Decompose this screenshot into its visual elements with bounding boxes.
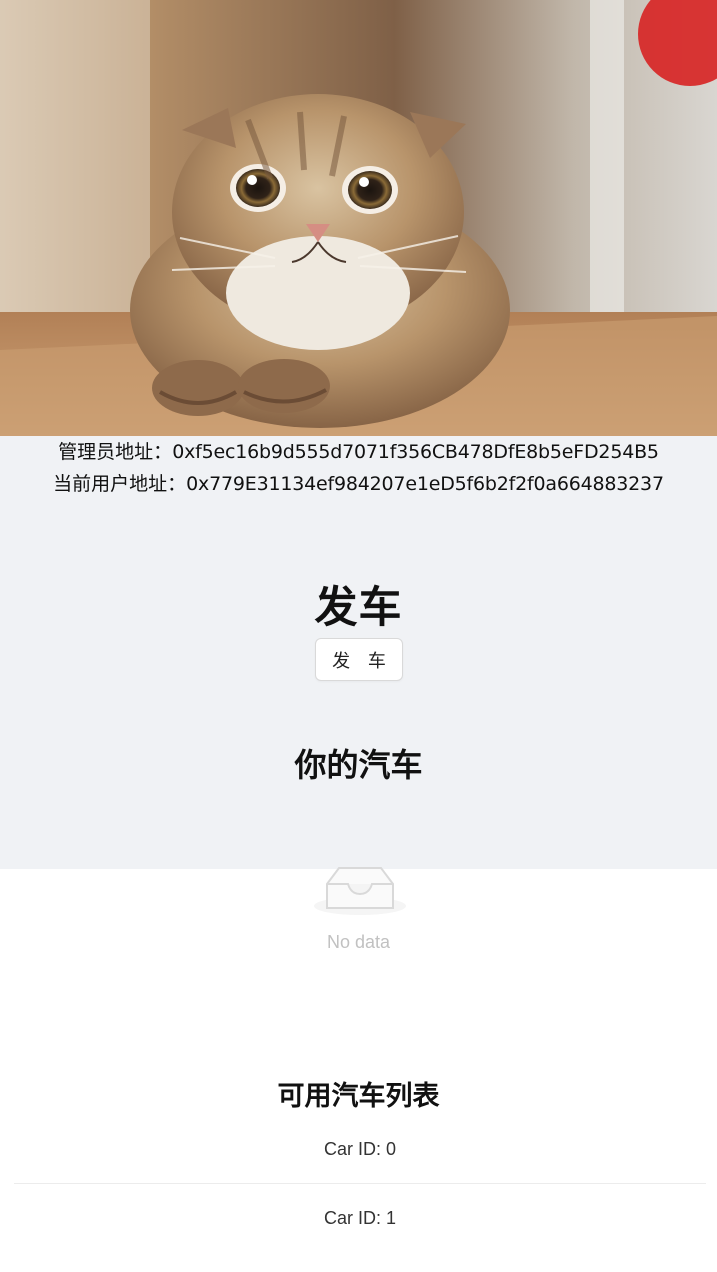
user-address-label: 当前用户地址： [53,473,187,495]
available-cars-title: 可用汽车列表 [277,1081,440,1113]
car-id-label: Car ID: 1 [323,1207,397,1228]
launch-button[interactable]: 发 车 [315,638,403,681]
dapp-page: 管理员地址：0xf5ec16b9d555d7071f356CB478DfE8b5… [0,0,717,1272]
cat-photo [0,0,717,436]
car-id-label: Car ID: 0 [323,1139,397,1159]
empty-box-icon [314,867,406,915]
available-cars-list: Car ID: 0 Car ID: 1 [14,1116,706,1252]
empty-text: No data [326,932,391,952]
car-list-item[interactable]: Car ID: 0 [14,1116,706,1184]
empty-state: No data [0,854,717,958]
user-address-value: 0x779E31134ef984207e1eD5f6b2f2f0a6648832… [186,473,664,495]
admin-address-line: 管理员地址：0xf5ec16b9d555d7071f356CB478DfE8b5… [0,440,717,464]
admin-address-label: 管理员地址： [58,441,173,463]
admin-address-value: 0xf5ec16b9d555d7071f356CB478DfE8b5eFD254… [172,441,659,463]
user-address-line: 当前用户地址：0x779E31134ef984207e1eD5f6b2f2f0a… [0,472,717,496]
car-list-item[interactable]: Car ID: 1 [14,1184,706,1252]
your-cars-title: 你的汽车 [294,745,423,784]
launch-title: 发车 [314,582,403,633]
